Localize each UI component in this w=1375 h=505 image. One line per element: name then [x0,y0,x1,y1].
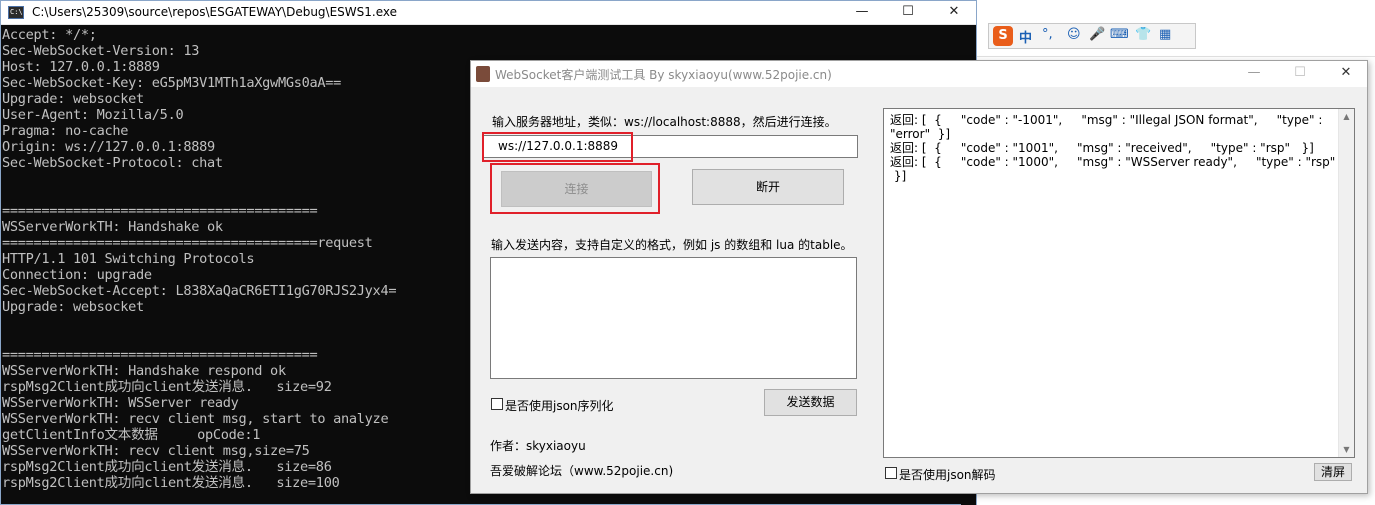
websocket-client-window: WebSocket客户端测试工具 By skyxiaoyu(www.52poji… [470,60,1368,494]
minimize-button[interactable]: — [1231,62,1277,86]
punctuation-toggle[interactable]: °, [1042,27,1053,42]
emoji-icon[interactable]: ☺ [1067,27,1081,42]
clear-button[interactable]: 清屏 [1314,463,1352,481]
json-serialize-checkbox[interactable] [491,398,503,410]
background-divider [977,56,1375,57]
ws-title: WebSocket客户端测试工具 By skyxiaoyu(www.52poji… [495,68,832,82]
response-line: 返回: [ { "code" : "1001", "msg" : "receiv… [890,141,1314,155]
sogou-logo-icon[interactable]: S [993,26,1013,46]
console-title: C:\Users\25309\source\repos\ESGATEWAY\De… [32,5,397,19]
response-output[interactable]: 返回: [ { "code" : "-1001", "msg" : "Illeg… [883,108,1355,458]
close-button[interactable]: ✕ [1323,62,1369,86]
maximize-button: ☐ [1294,65,1306,80]
send-content-label: 输入发送内容，支持自定义的格式，例如 js 的数组和 lua 的table。 [491,238,853,252]
scroll-up-icon[interactable]: ▲ [1339,112,1354,121]
highlight-box-address [482,132,633,162]
console-icon: C:\ [8,6,24,19]
console-titlebar[interactable]: C:\ C:\Users\25309\source\repos\ESGATEWA… [1,1,976,25]
app-avatar-icon [476,66,490,82]
response-line: 返回: [ { "code" : "1000", "msg" : "WSServ… [890,155,1336,169]
ws-titlebar[interactable]: WebSocket客户端测试工具 By skyxiaoyu(www.52poji… [471,61,1367,87]
keyboard-icon[interactable]: ⌨ [1110,27,1129,42]
scroll-down-icon[interactable]: ▼ [1339,445,1354,454]
toolbox-icon[interactable]: ▦ [1159,27,1171,42]
json-decode-checkbox[interactable] [885,467,897,479]
response-text: 返回: [ { "code" : "-1001", "msg" : "Illeg… [890,113,1335,183]
microphone-icon[interactable]: 🎤 [1089,27,1105,42]
response-line: }] [890,169,907,183]
console-line: Accept: */*; [2,27,97,43]
json-serialize-label: 是否使用json序列化 [505,399,614,413]
forum-label: 吾爱破解论坛（www.52pojie.cn) [490,464,674,478]
ime-mode-toggle[interactable]: 中 [1019,27,1032,46]
json-decode-label: 是否使用json解码 [899,468,996,482]
response-line: 返回: [ { "code" : "-1001", "msg" : "Illeg… [890,113,1323,127]
send-data-button[interactable]: 发送数据 [764,389,857,416]
skin-icon[interactable]: 👕 [1135,27,1151,42]
close-button[interactable]: ✕ [931,1,977,25]
console-line: Sec-WebSocket-Version: 13 [2,43,200,59]
ime-toolbar: S 中 °, ☺ 🎤 ⌨ 👕 ▦ [988,23,1196,49]
minimize-button[interactable]: — [839,1,885,25]
server-address-label: 输入服务器地址，类似：ws://localhost:8888，然后进行连接。 [492,115,837,129]
response-scrollbar[interactable]: ▲ ▼ [1338,109,1354,457]
maximize-button[interactable]: ☐ [885,1,931,25]
highlight-box-connect [490,163,660,214]
author-label: 作者：skyxiaoyu [490,439,586,453]
disconnect-button[interactable]: 断开 [692,169,844,205]
response-line: "error" }] [890,127,951,141]
send-content-textarea[interactable] [490,257,857,379]
